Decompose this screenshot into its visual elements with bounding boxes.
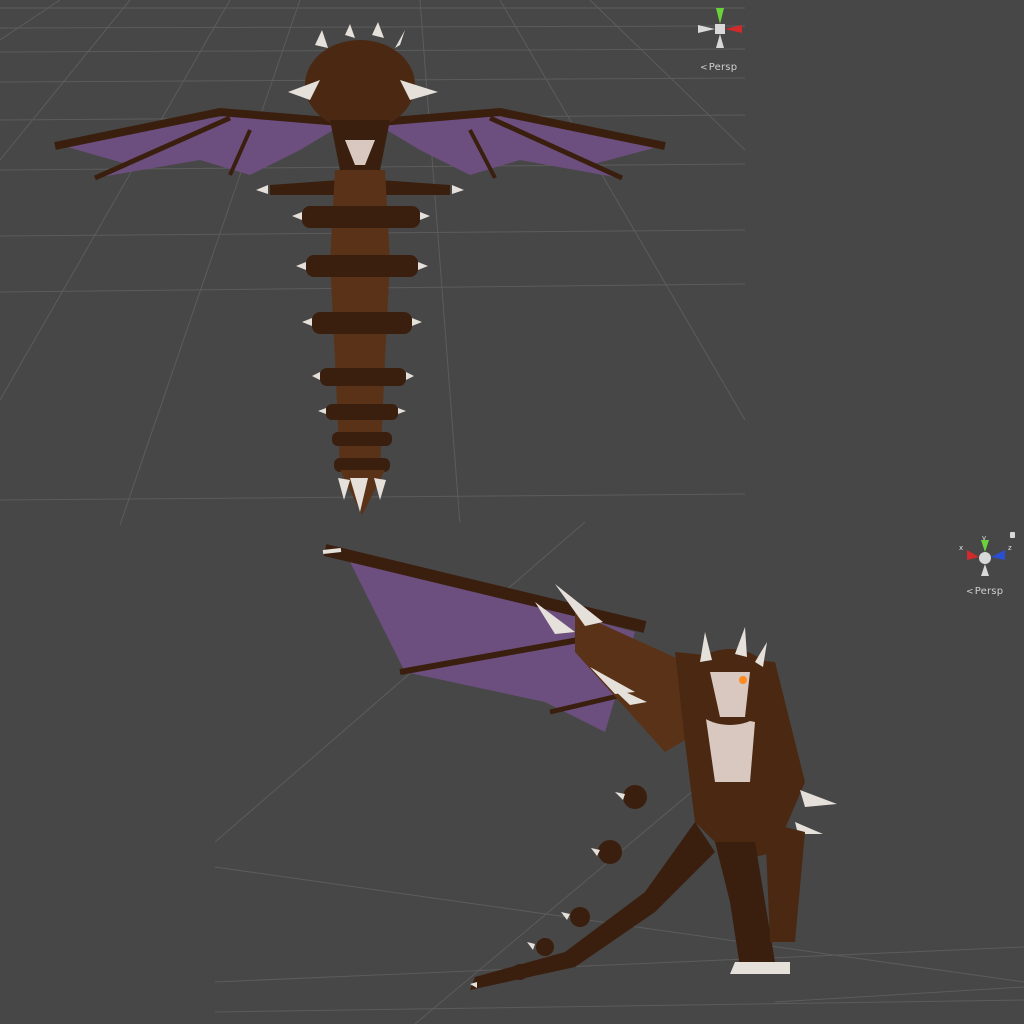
empty-panel-right	[745, 0, 1024, 522]
chevron-left-icon: <	[966, 587, 974, 597]
scene-gizmo-icon[interactable]	[694, 0, 745, 58]
dragon-model[interactable]	[0, 0, 745, 525]
scene-viewport-top[interactable]: <Persp	[0, 0, 745, 525]
chevron-left-icon: <	[700, 63, 708, 73]
axis-x-label: x	[959, 544, 963, 552]
scene-viewport-bottom[interactable]: x y z <Persp	[215, 522, 1024, 1024]
projection-label[interactable]: <Persp	[700, 62, 737, 73]
dragon-model[interactable]	[215, 522, 1024, 1024]
projection-label[interactable]: <Persp	[966, 586, 1003, 597]
lock-icon	[1010, 532, 1015, 538]
empty-panel-left	[0, 525, 215, 1024]
axis-z-label: z	[1008, 544, 1012, 552]
scene-gizmo-icon[interactable]: x y z	[957, 528, 1017, 588]
